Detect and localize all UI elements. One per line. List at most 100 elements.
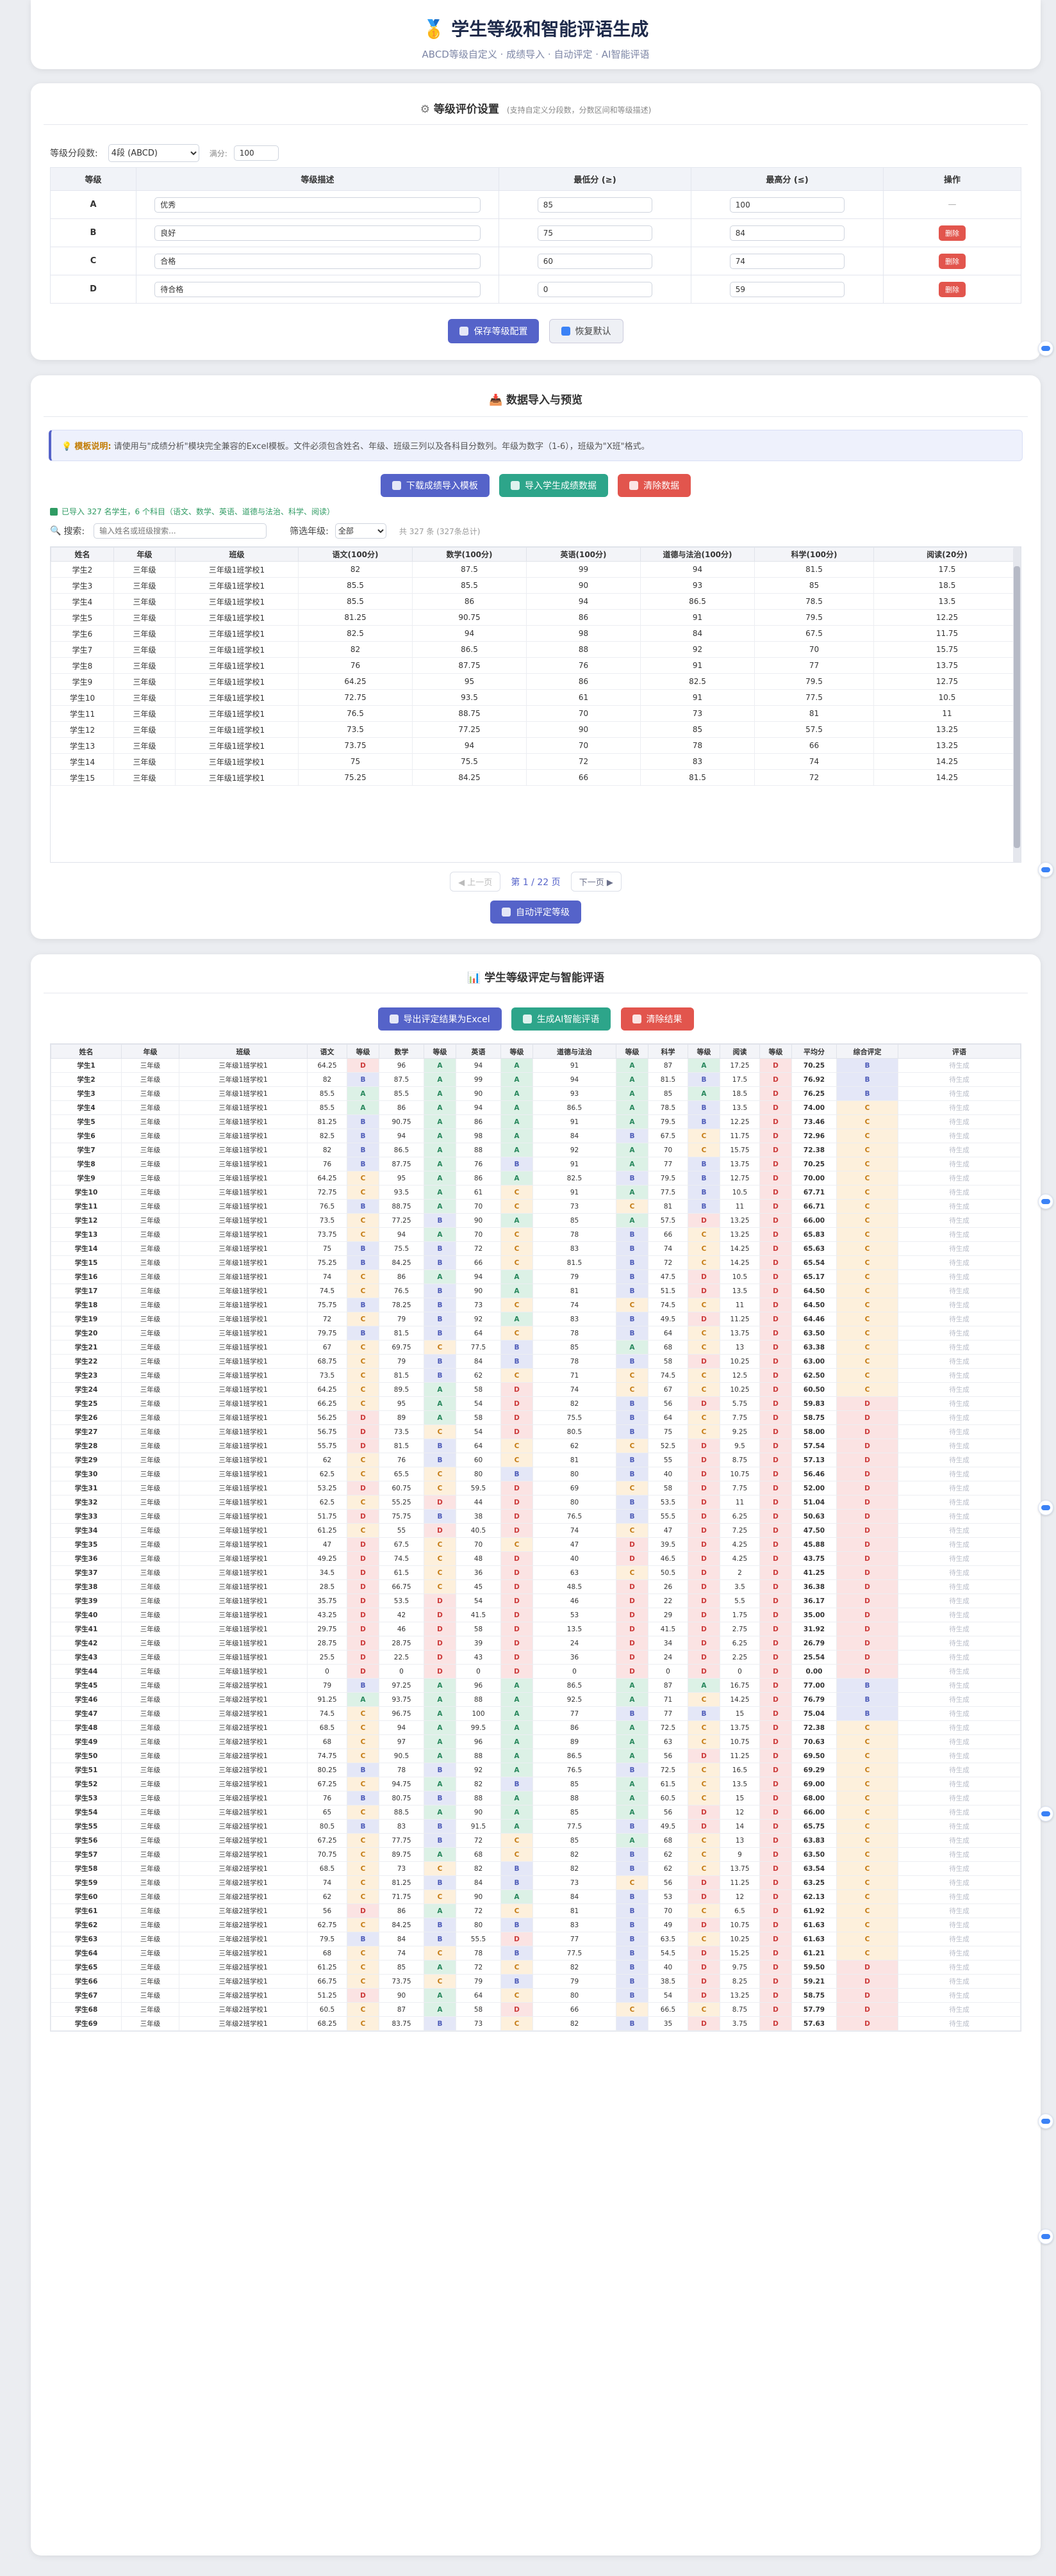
grade-badge: B xyxy=(424,1819,456,1834)
table-cell: 57.79 xyxy=(791,2002,837,2017)
student-name: 学生9 xyxy=(51,1171,122,1186)
preview-scrollbar[interactable] xyxy=(1013,547,1021,862)
table-row: 学生14 三年级 三年级1班学校1 75 75.5 72 83 74 14.25 xyxy=(51,753,1021,770)
grade-badge: C xyxy=(347,1847,379,1862)
table-cell: 86 xyxy=(456,1171,501,1186)
table-cell: 76 xyxy=(307,1791,347,1806)
grade-badge: A xyxy=(616,1185,648,1200)
table-cell: 三年级2班学校1 xyxy=(179,1960,308,1975)
grade-badge: D xyxy=(500,1495,533,1510)
grade-min-input[interactable] xyxy=(537,225,653,241)
reset-default-button[interactable]: 恢复默认 xyxy=(549,319,623,343)
grade-badge: C xyxy=(500,1185,533,1200)
table-cell: 13.5 xyxy=(532,1622,616,1636)
prev-page-button[interactable]: ◀ 上一页 xyxy=(450,872,501,892)
translate-float-icon[interactable] xyxy=(1038,862,1053,877)
translate-float-icon[interactable] xyxy=(1038,2114,1053,2129)
clear-data-button[interactable]: 清除数据 xyxy=(618,474,691,497)
generate-ai-comment-button[interactable]: 生成AI智能评语 xyxy=(511,1007,611,1031)
next-page-button[interactable]: 下一页 ▶ xyxy=(570,872,622,892)
results-table: 姓名 年级 班级 语文 等级 数学 等级 英语 等级 道德与法治 等级 科学 等级 阅读 等级 平均分 综合评定… xyxy=(51,1044,1021,2031)
grade-badge: A xyxy=(424,1692,456,1707)
table-cell: 90.75 xyxy=(412,609,527,626)
search-input[interactable] xyxy=(94,523,267,539)
grade-badge: B xyxy=(500,1946,533,1961)
table-cell: 67.71 xyxy=(791,1185,837,1200)
grade-badge: C xyxy=(836,1199,898,1214)
table-cell: 63.38 xyxy=(791,1340,837,1355)
delete-grade-button[interactable]: 删除 xyxy=(939,225,966,241)
table-cell: 90.5 xyxy=(379,1749,424,1763)
grade-op-cell: 删除 xyxy=(883,218,1021,247)
grade-badge: C xyxy=(347,1720,379,1735)
translate-float-icon[interactable] xyxy=(1038,341,1053,356)
table-cell: 68.00 xyxy=(791,1791,837,1806)
grade-desc-input[interactable] xyxy=(154,281,481,297)
grade-badge: B xyxy=(616,1326,648,1341)
grade-badge: B xyxy=(347,1678,379,1693)
column-header: 等级 xyxy=(616,1044,648,1059)
table-cell: 91 xyxy=(640,689,755,706)
download-template-button[interactable]: 下载成绩导入模板 xyxy=(380,474,490,497)
comment-cell: 待生成 xyxy=(898,1326,1021,1341)
grade-desc-input[interactable] xyxy=(154,225,481,241)
grade-max-input[interactable] xyxy=(729,253,845,269)
clear-results-button[interactable]: 清除结果 xyxy=(620,1007,694,1031)
translate-float-icon[interactable] xyxy=(1038,1500,1053,1515)
column-header: 数学(100分) xyxy=(412,547,527,562)
comment-cell: 待生成 xyxy=(898,1608,1021,1622)
table-cell: 三年级 xyxy=(121,1157,179,1171)
table-cell: 55 xyxy=(648,1453,688,1467)
auto-grade-button[interactable]: 自动评定等级 xyxy=(490,901,581,924)
table-cell: 66 xyxy=(754,737,874,754)
levels-select[interactable]: 4段 (ABCD) xyxy=(108,144,199,162)
grade-max-input[interactable] xyxy=(729,281,845,297)
table-cell: 43.25 xyxy=(307,1608,347,1622)
table-cell: 64 xyxy=(456,1439,501,1453)
save-grade-config-button[interactable]: 保存等级配置 xyxy=(448,319,540,343)
grade-badge: B xyxy=(500,1777,533,1791)
grade-badge: D xyxy=(759,1453,792,1467)
translate-float-icon[interactable] xyxy=(1038,2229,1053,2244)
table-cell: 4.25 xyxy=(720,1551,760,1566)
table-cell: 51.04 xyxy=(791,1495,837,1510)
export-excel-button[interactable]: 导出评定结果为Excel xyxy=(377,1007,502,1031)
table-cell: 三年级1班学校1 xyxy=(179,1157,308,1171)
delete-grade-button[interactable]: 删除 xyxy=(939,281,966,297)
grade-max-input[interactable] xyxy=(729,225,845,241)
table-cell: 三年级1班学校1 xyxy=(175,753,299,770)
grade-desc-input[interactable] xyxy=(154,253,481,269)
save-icon xyxy=(459,327,469,336)
table-row: 学生21 三年级 三年级1班学校1 67 C 69.75 C 77.5 B 85 A 68 C 13 D 63… xyxy=(51,1340,1021,1355)
table-cell: 三年级2班学校1 xyxy=(179,2016,308,2031)
delete-grade-button[interactable]: 删除 xyxy=(939,253,966,269)
table-cell: 三年级2班学校1 xyxy=(179,1720,308,1735)
import-data-button[interactable]: 导入学生成绩数据 xyxy=(499,474,608,497)
grade-min-input[interactable] xyxy=(537,197,653,213)
grade-badge: B xyxy=(424,1932,456,1946)
table-cell: 学生15 xyxy=(51,769,114,786)
grade-badge: A xyxy=(616,1114,648,1129)
column-header: 科学 xyxy=(648,1044,688,1059)
grade-badge: C xyxy=(836,1918,898,1932)
grade-desc-input[interactable] xyxy=(154,197,481,213)
grade-badge: C xyxy=(836,1157,898,1171)
grade-badge: B xyxy=(616,1255,648,1270)
grade-min-input[interactable] xyxy=(537,281,653,297)
translate-float-icon[interactable] xyxy=(1038,1194,1053,1209)
grade-min-input[interactable] xyxy=(537,253,653,269)
preview-table-container[interactable]: 姓名 年级 班级 语文(100分) 数学(100分) 英语(100分) 道德与法治(100分… xyxy=(50,546,1021,863)
filter-grade-select[interactable]: 全部 xyxy=(334,523,386,539)
table-cell: 三年级 xyxy=(121,1410,179,1425)
table-cell: 三年级 xyxy=(113,737,176,754)
table-cell: 18.5 xyxy=(873,577,1021,594)
translate-float-icon[interactable] xyxy=(1038,1806,1053,1822)
table-cell: 73.5 xyxy=(307,1213,347,1228)
table-cell: 88.75 xyxy=(379,1199,424,1214)
results-table-container[interactable]: 姓名 年级 班级 语文 等级 数学 等级 英语 等级 道德与法治 等级 科学 等级 阅读 等级 平均分 综合评定… xyxy=(50,1043,1021,2032)
grade-badge: D xyxy=(759,1227,792,1242)
comment-cell: 待生成 xyxy=(898,1819,1021,1834)
table-cell: 三年级1班学校1 xyxy=(179,1537,308,1552)
grade-max-input[interactable] xyxy=(729,197,845,213)
full-score-input[interactable] xyxy=(233,145,279,161)
